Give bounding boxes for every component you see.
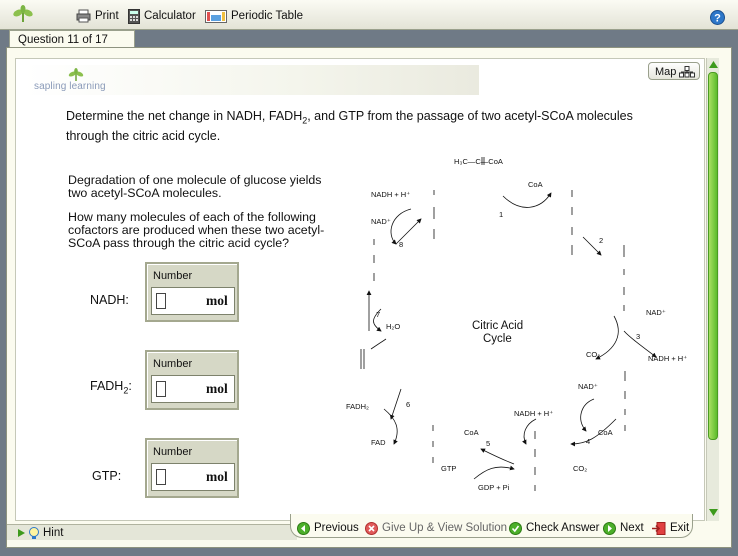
print-label: Print (95, 10, 119, 22)
app-frame: Print Calculator Periodic Table ? Questi… (0, 0, 738, 556)
next-label: Next (620, 522, 644, 534)
help-icon: ? (710, 9, 725, 25)
co2b-label: CO₂ (586, 350, 600, 359)
exit-door-icon (652, 521, 666, 535)
gtp-diagram-label: GTP (441, 464, 456, 473)
calculator-button[interactable]: Calculator (128, 8, 196, 24)
scroll-up-icon[interactable] (709, 60, 718, 69)
step-2: 2 (599, 236, 603, 245)
cycle-title-2: Cycle (483, 333, 512, 345)
citric-acid-cycle-diagram: H₃C—C—CoA CoA NADH + H⁺ NAD⁺ H₂O FADH₂ F… (346, 157, 687, 492)
lightbulb-icon (29, 526, 39, 539)
previous-label: Previous (314, 522, 359, 534)
scrollbar-thumb[interactable] (708, 72, 718, 440)
cycle-title-1: Citric Acid (472, 320, 523, 332)
nad2-label: NAD⁺ (578, 382, 598, 391)
coa2-label: CoA (464, 428, 479, 437)
hint-button[interactable]: Hint (18, 525, 63, 541)
hint-label: Hint (43, 527, 64, 539)
step-6: 6 (406, 400, 410, 409)
exit-button[interactable]: Exit (652, 520, 689, 536)
step-1: 1 (499, 210, 503, 219)
step-8: 8 (399, 240, 403, 249)
previous-button[interactable]: Previous (297, 520, 359, 536)
sapling-leaf-icon (12, 5, 34, 23)
step-5: 5 (486, 439, 490, 448)
vertical-scrollbar[interactable] (706, 58, 719, 521)
top-toolbar: Print Calculator Periodic Table ? (0, 0, 738, 30)
printer-icon (76, 9, 91, 23)
coa-label: CoA (528, 180, 543, 189)
calculator-label: Calculator (144, 10, 196, 22)
check-answer-button[interactable]: Check Answer (509, 520, 600, 536)
nadh3-label: NADH + H⁺ (648, 354, 687, 363)
calculator-icon (128, 8, 140, 24)
exit-label: Exit (670, 522, 690, 534)
step-3: 3 (636, 332, 640, 341)
expand-arrow-icon (18, 529, 25, 537)
nadh2-label: NADH + H⁺ (514, 409, 553, 418)
check-answer-label: Check Answer (526, 522, 600, 534)
svg-text:?: ? (714, 12, 721, 24)
acetyl-scoa-label: H₃C—C—CoA (454, 157, 503, 166)
next-arrow-icon (603, 521, 616, 535)
nad3-label: NAD⁺ (646, 308, 666, 317)
step-7: 7 (376, 310, 380, 319)
periodic-table-label: Periodic Table (231, 10, 304, 22)
next-button[interactable]: Next (603, 520, 644, 536)
question-tab[interactable]: Question 11 of 17 (9, 30, 135, 48)
question-content: sapling learning Map Determine the net c… (15, 58, 705, 521)
help-button[interactable]: ? (710, 9, 725, 25)
scroll-down-icon[interactable] (709, 508, 718, 517)
nadh1-label: NADH + H⁺ (371, 190, 410, 199)
question-tab-label: Question 11 of 17 (18, 34, 108, 46)
nad1-label: NAD⁺ (371, 217, 391, 226)
step-4: 4 (586, 437, 590, 446)
h2o-label: H₂O (386, 322, 400, 331)
give-up-label: Give Up & View Solution (382, 522, 508, 534)
check-icon (509, 521, 522, 535)
co2a-label: CO₂ (573, 464, 587, 473)
print-button[interactable]: Print (76, 8, 119, 24)
previous-arrow-icon (297, 521, 310, 535)
periodic-table-icon (205, 9, 227, 23)
give-up-button[interactable]: Give Up & View Solution (365, 520, 507, 536)
fadh2-diagram-label: FADH₂ (346, 402, 369, 411)
periodic-table-button[interactable]: Periodic Table (205, 8, 303, 24)
give-up-icon (365, 521, 378, 535)
coa3-label: CoA (598, 428, 613, 437)
fad-label: FAD (371, 438, 386, 447)
gdp-label: GDP + Pi (478, 483, 510, 492)
